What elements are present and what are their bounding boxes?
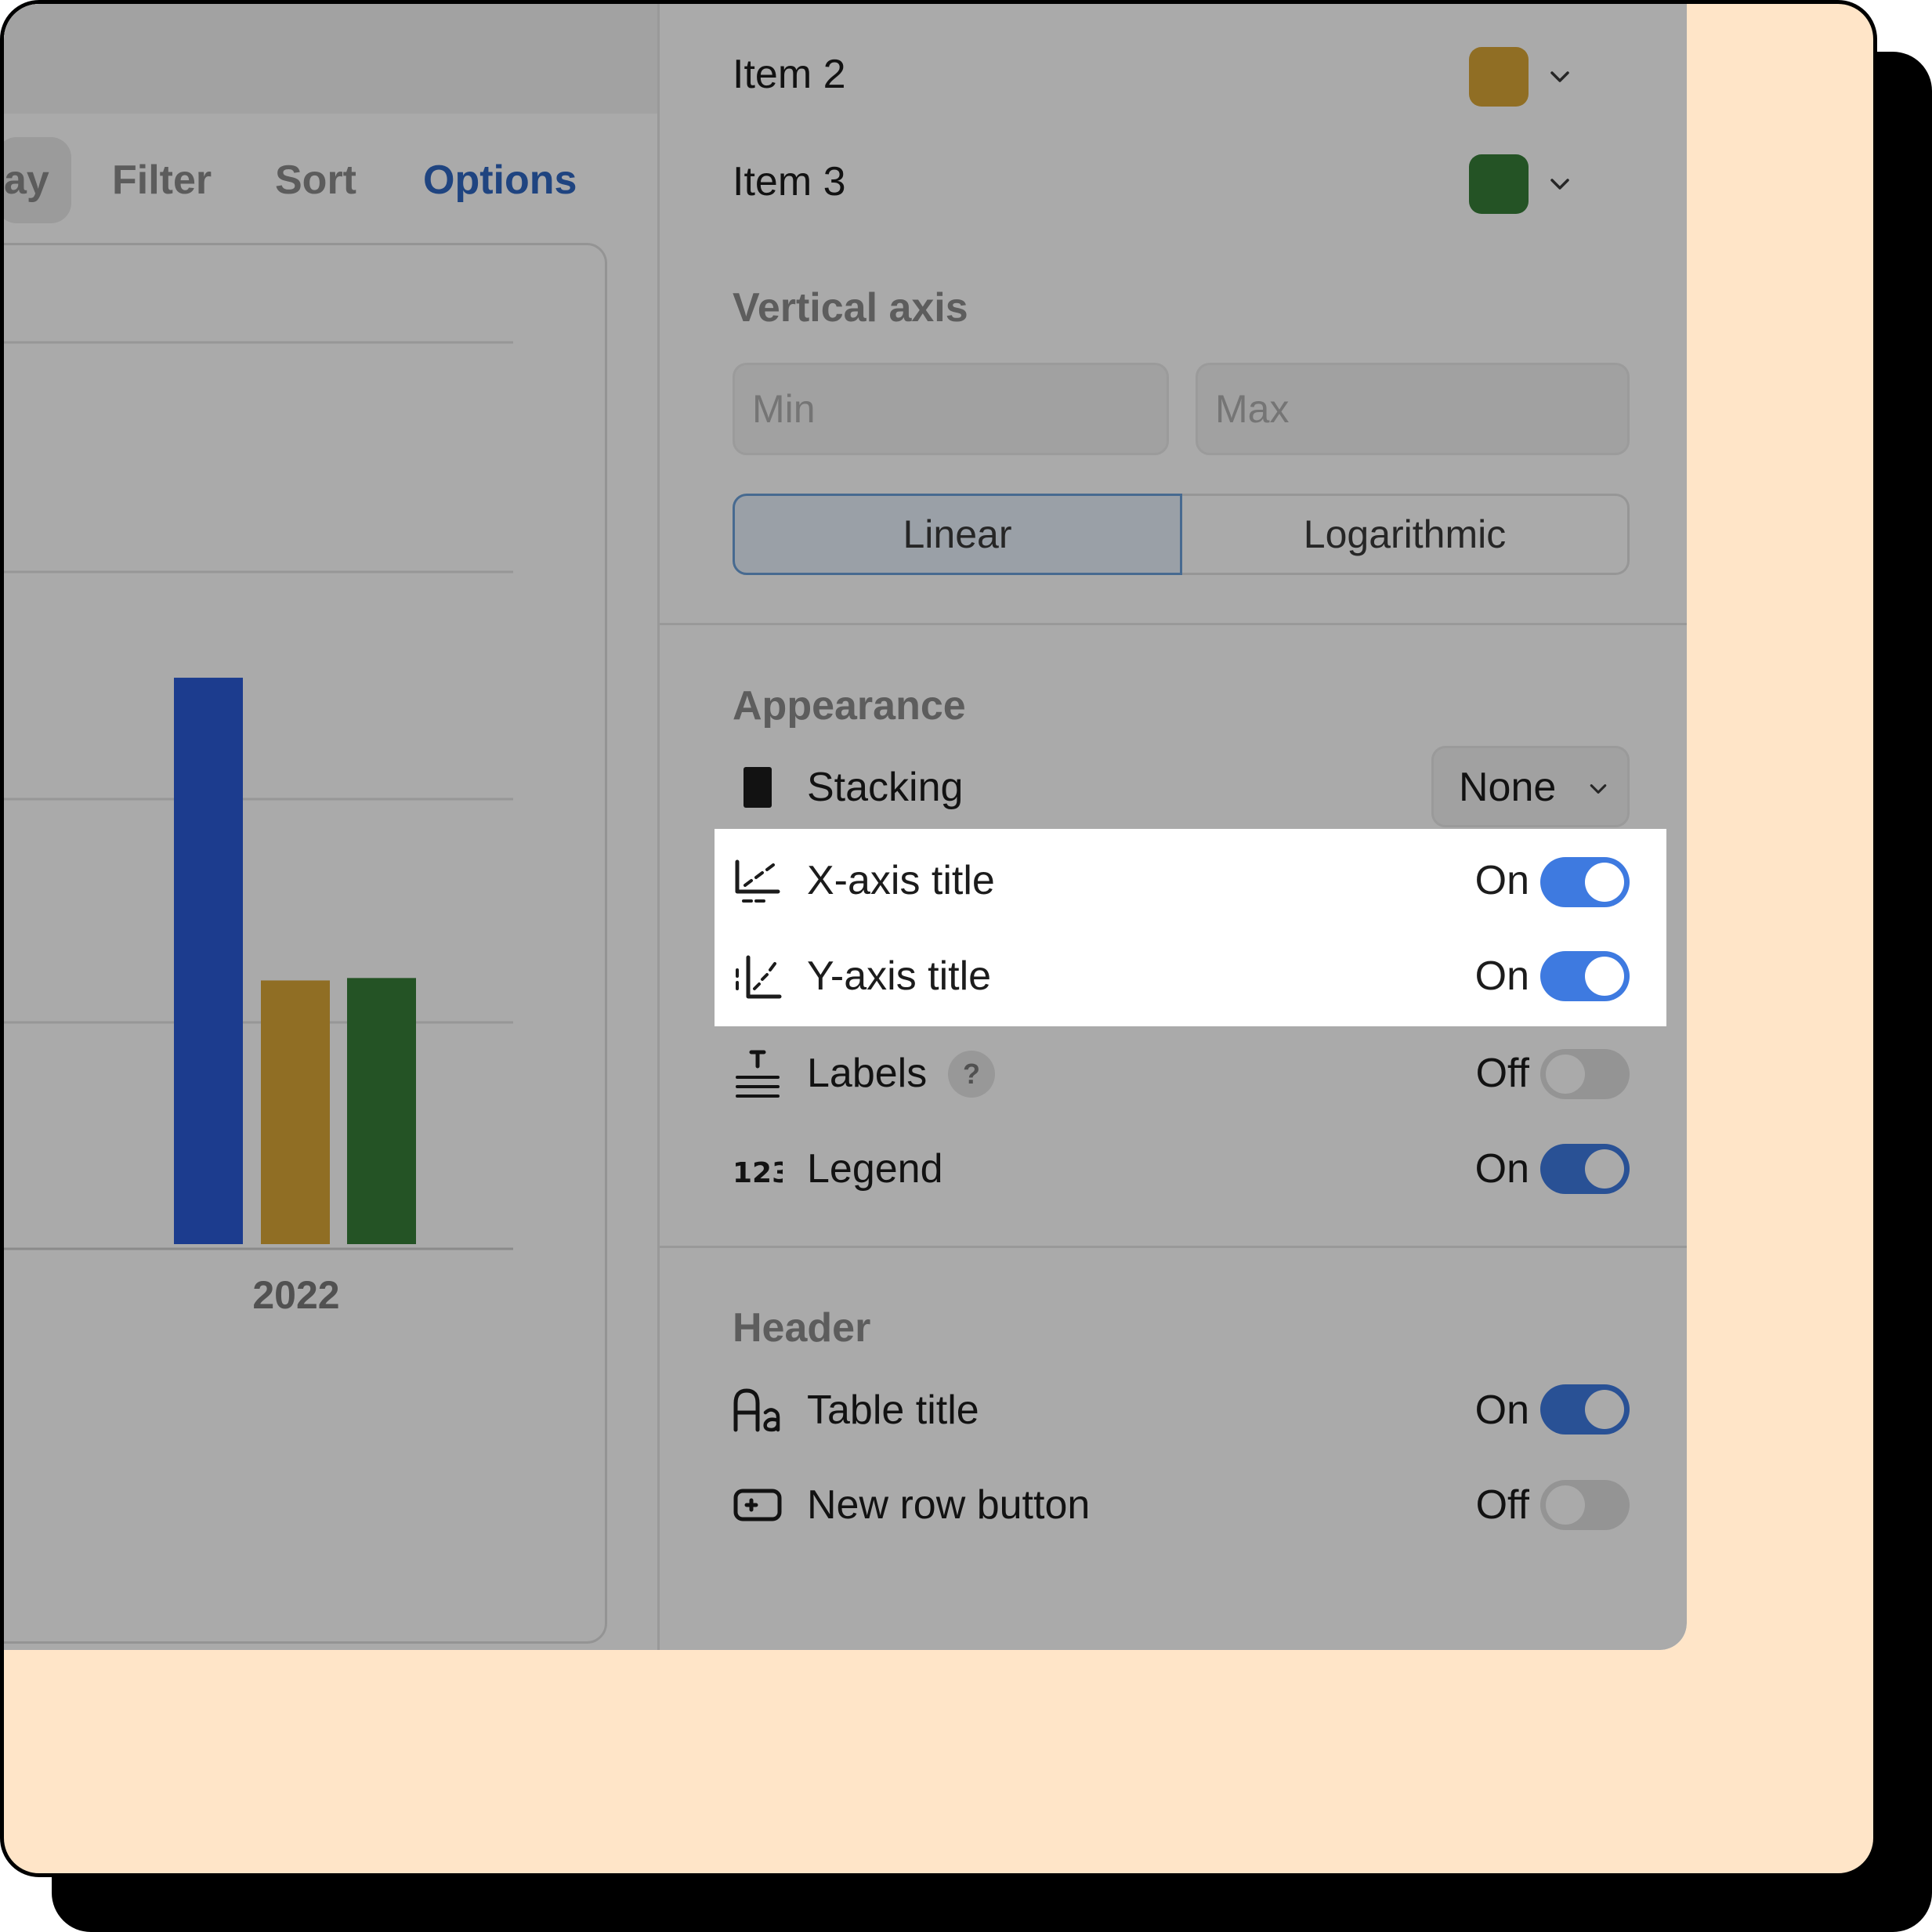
top-bar (4, 4, 658, 114)
labels-state: Off (1475, 1051, 1529, 1096)
section-divider (660, 1246, 1687, 1248)
app-window: ay Filter Sort Options 2022 Item 2 Item … (4, 4, 1687, 1650)
bar-chart: 2022 (4, 341, 513, 1317)
stacking-label: Stacking (807, 765, 964, 810)
section-title-vertical-axis: Vertical axis (733, 285, 968, 331)
new-row-button-state: Off (1475, 1482, 1529, 1528)
x-axis-icon (735, 859, 780, 903)
screenshot-card: ay Filter Sort Options 2022 Item 2 Item … (0, 0, 1877, 1877)
chart-options-panel: Item 2 Item 3 Vertical axis Min Max Line… (660, 4, 1687, 1650)
series-item-label: Item 2 (733, 52, 846, 97)
x-axis-title-state: On (1474, 858, 1529, 903)
series-item-2[interactable]: Item 2 (733, 39, 1630, 114)
section-divider (660, 623, 1687, 625)
tab-sort[interactable]: Sort (275, 137, 356, 223)
bar (261, 980, 330, 1244)
help-icon[interactable]: ? (948, 1051, 995, 1098)
legend-label: Legend (807, 1146, 943, 1192)
table-title-toggle[interactable] (1540, 1384, 1630, 1435)
font-aa-icon (733, 1388, 780, 1432)
chart-container: 2022 (4, 243, 607, 1644)
x-axis-title-row[interactable]: X-axis title On (715, 829, 1666, 928)
y-axis-title-state: On (1474, 953, 1529, 999)
labels-label: Labels (807, 1051, 928, 1096)
bar (174, 678, 243, 1244)
section-title-header: Header (733, 1305, 871, 1351)
new-row-button-label: New row button (807, 1482, 1091, 1528)
scale-logarithmic-button[interactable]: Logarithmic (1182, 494, 1630, 575)
scale-linear-button[interactable]: Linear (733, 494, 1182, 575)
color-swatch[interactable] (1469, 47, 1529, 107)
color-swatch[interactable] (1469, 154, 1529, 214)
svg-text:123: 123 (733, 1157, 783, 1189)
toggle-knob (1546, 1485, 1585, 1525)
table-title-state: On (1474, 1387, 1529, 1433)
tab-options[interactable]: Options (423, 137, 577, 223)
section-title-appearance: Appearance (733, 683, 966, 729)
number-icon: 123 (733, 1157, 783, 1189)
axis-min-input[interactable]: Min (733, 363, 1169, 455)
tab-filter[interactable]: Filter (112, 137, 212, 223)
series-item-label: Item 3 (733, 159, 846, 204)
square-icon (743, 767, 772, 808)
add-row-icon (733, 1489, 782, 1521)
y-axis-title-toggle[interactable] (1540, 951, 1630, 1001)
stacking-value: None (1459, 765, 1557, 810)
toggle-knob (1546, 1055, 1585, 1094)
toggle-knob (1585, 957, 1624, 996)
table-title-label: Table title (807, 1387, 979, 1433)
y-axis-title-row[interactable]: Y-axis title On (715, 928, 1666, 1026)
stacking-dropdown[interactable]: None (1431, 746, 1630, 827)
toggle-knob (1585, 863, 1624, 902)
x-axis-title-toggle[interactable] (1540, 857, 1630, 907)
legend-toggle[interactable] (1540, 1144, 1630, 1194)
new-row-button-toggle[interactable] (1540, 1480, 1630, 1530)
bar (347, 978, 416, 1244)
chevron-down-icon (1590, 784, 1607, 794)
legend-state: On (1474, 1146, 1529, 1192)
tab-display[interactable]: ay (4, 137, 71, 223)
x-axis-title-label: X-axis title (807, 858, 995, 903)
chevron-down-icon[interactable] (1547, 64, 1572, 89)
highlighted-axis-title-rows: X-axis title On Y-axis title On (715, 829, 1666, 1026)
view-toolbar: ay Filter Sort Options (4, 137, 658, 223)
y-axis-title-label: Y-axis title (807, 953, 992, 999)
y-axis-icon (736, 955, 782, 999)
text-baseline-icon (736, 1050, 780, 1098)
toggle-knob (1585, 1390, 1624, 1429)
series-item-3[interactable]: Item 3 (733, 147, 1630, 222)
labels-toggle[interactable] (1540, 1049, 1630, 1099)
toggle-knob (1585, 1149, 1624, 1189)
axis-max-input[interactable]: Max (1196, 363, 1630, 455)
chevron-down-icon[interactable] (1547, 172, 1572, 197)
x-tick-label: 2022 (252, 1273, 339, 1317)
